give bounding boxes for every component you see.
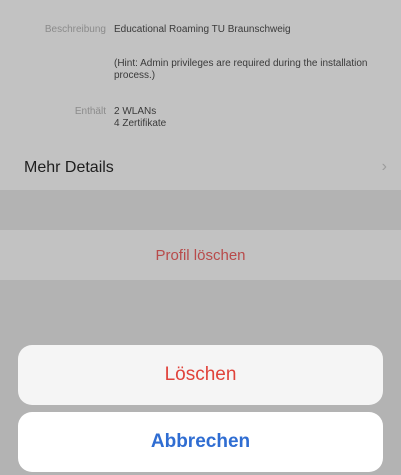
more-details-label: Mehr Details [24, 159, 114, 176]
description-label: Beschreibung [44, 24, 106, 35]
contains-row: Enthält 2 WLANs 4 Zertifikate [0, 106, 394, 130]
description-row: Beschreibung Educational Roaming TU Brau… [0, 24, 394, 36]
contains-value-wlans: 2 WLANs [114, 106, 157, 117]
profile-delete-row[interactable]: Profil löschen [0, 230, 401, 280]
hint-row: (Hint: Admin privileges are required dur… [0, 58, 394, 82]
contains-value-certificates: 4 Zertifikate [114, 118, 167, 129]
delete-button[interactable]: Löschen [18, 345, 383, 405]
hint-text: (Hint: Admin privileges are required dur… [114, 58, 368, 81]
contains-label: Enthält [74, 106, 106, 117]
more-details-row[interactable]: Mehr Details › [0, 146, 401, 190]
description-value: Educational Roaming TU Braunschweig [114, 24, 291, 35]
cancel-button[interactable]: Abbrechen [18, 412, 383, 472]
section-gap [0, 190, 401, 230]
delete-button-label: Löschen [164, 364, 237, 385]
cancel-button-label: Abbrechen [150, 431, 251, 452]
profile-delete-label: Profil löschen [155, 246, 246, 264]
chevron-right-icon: › [381, 158, 387, 175]
